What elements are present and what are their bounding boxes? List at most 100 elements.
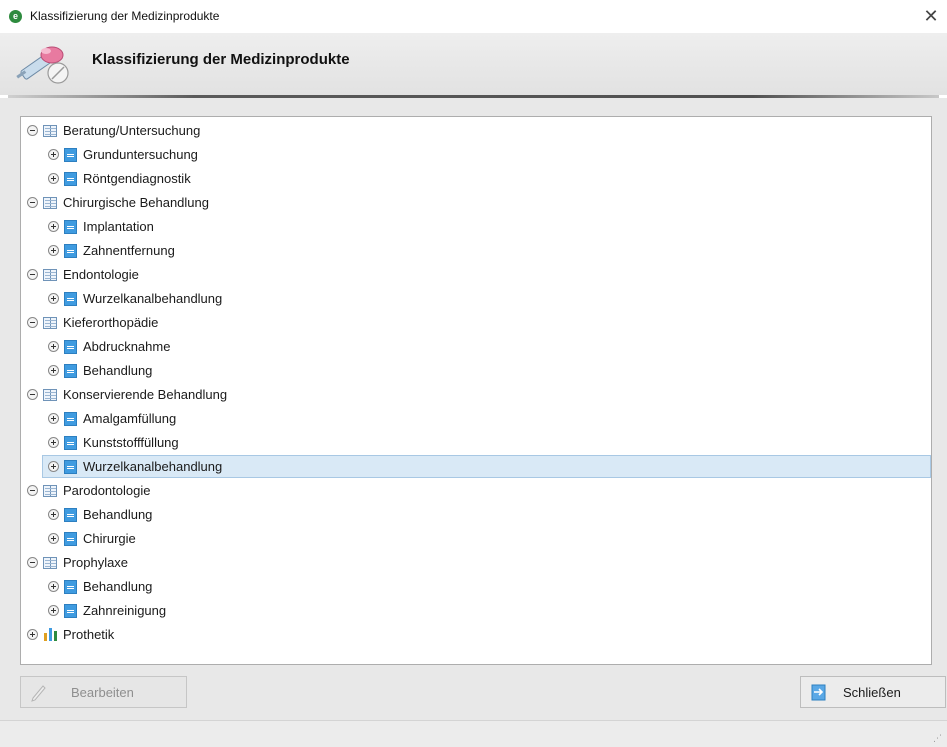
window-titlebar: e Klassifizierung der Medizinprodukte ✕ bbox=[0, 0, 947, 33]
window-title: Klassifizierung der Medizinprodukte bbox=[30, 9, 220, 23]
tree-item[interactable]: Wurzelkanalbehandlung bbox=[42, 455, 931, 478]
exit-arrow-icon bbox=[811, 684, 826, 701]
medical-supplies-icon bbox=[16, 46, 69, 84]
classification-tree[interactable]: Beratung/Untersuchung Grunduntersuchung Rö… bbox=[20, 116, 932, 665]
edit-button-label: Bearbeiten bbox=[71, 684, 134, 700]
tree-item[interactable]: Abdrucknahme bbox=[48, 335, 170, 358]
tree-item-label: Chirurgie bbox=[83, 531, 136, 546]
document-icon bbox=[64, 459, 77, 474]
document-icon bbox=[64, 507, 77, 522]
pencil-icon bbox=[31, 685, 46, 702]
tree-item-label: Behandlung bbox=[83, 507, 153, 522]
expand-icon[interactable] bbox=[48, 461, 59, 472]
book-icon bbox=[43, 556, 57, 569]
tree-item[interactable]: Wurzelkanalbehandlung bbox=[48, 287, 222, 310]
resize-grip-icon[interactable]: ⋰ bbox=[933, 733, 943, 743]
tree-item-label: Wurzelkanalbehandlung bbox=[83, 291, 223, 306]
tree-item[interactable]: Röntgendiagnostik bbox=[48, 167, 191, 190]
book-icon bbox=[43, 388, 57, 401]
document-icon bbox=[64, 363, 77, 378]
book-icon bbox=[43, 124, 57, 137]
document-icon bbox=[64, 579, 77, 594]
book-icon bbox=[43, 316, 57, 329]
app-icon: e bbox=[9, 10, 22, 23]
tree-item-label: Behandlung bbox=[83, 579, 153, 594]
close-button-label: Schließen bbox=[843, 684, 901, 700]
tree-category[interactable]: Prothetik bbox=[27, 623, 114, 646]
tree-item-label: Chirurgische Behandlung bbox=[63, 195, 209, 210]
tree-category[interactable]: Prophylaxe bbox=[27, 551, 128, 574]
tree-item[interactable]: Zahnentfernung bbox=[48, 239, 175, 262]
book-icon bbox=[43, 484, 57, 497]
collapse-icon[interactable] bbox=[27, 197, 38, 208]
expand-icon[interactable] bbox=[48, 437, 59, 448]
tree-item-label: Konservierende Behandlung bbox=[63, 387, 228, 402]
expand-icon[interactable] bbox=[48, 245, 59, 256]
bar-chart-icon bbox=[43, 628, 57, 641]
document-icon bbox=[64, 219, 77, 234]
document-icon bbox=[64, 531, 77, 546]
document-icon bbox=[64, 243, 77, 258]
document-icon bbox=[64, 411, 77, 426]
tree-item[interactable]: Behandlung bbox=[48, 575, 152, 598]
tree-category[interactable]: Beratung/Untersuchung bbox=[27, 119, 200, 142]
tree-item-label: Prothetik bbox=[63, 627, 115, 642]
document-icon bbox=[64, 171, 77, 186]
tree-category[interactable]: Kieferorthopädie bbox=[27, 311, 158, 334]
tree-item[interactable]: Chirurgie bbox=[48, 527, 136, 550]
close-window-button[interactable]: ✕ bbox=[915, 0, 947, 33]
tree-category[interactable]: Chirurgische Behandlung bbox=[27, 191, 209, 214]
tree-item[interactable]: Kunststofffüllung bbox=[48, 431, 179, 454]
expand-icon[interactable] bbox=[48, 605, 59, 616]
close-button[interactable]: Schließen bbox=[800, 676, 946, 708]
tree-item-label: Abdrucknahme bbox=[83, 339, 171, 354]
expand-icon[interactable] bbox=[48, 293, 59, 304]
expand-icon[interactable] bbox=[48, 509, 59, 520]
dialog-title: Klassifizierung der Medizinprodukte bbox=[92, 51, 350, 68]
expand-icon[interactable] bbox=[48, 581, 59, 592]
tree-item-label: Behandlung bbox=[83, 363, 153, 378]
collapse-icon[interactable] bbox=[27, 389, 38, 400]
expand-icon[interactable] bbox=[48, 221, 59, 232]
tree-item-label: Amalgamfüllung bbox=[83, 411, 177, 426]
expand-icon[interactable] bbox=[48, 173, 59, 184]
edit-button[interactable]: Bearbeiten bbox=[20, 676, 187, 708]
tree-item[interactable]: Amalgamfüllung bbox=[48, 407, 176, 430]
expand-icon[interactable] bbox=[48, 413, 59, 424]
expand-icon[interactable] bbox=[48, 365, 59, 376]
document-icon bbox=[64, 339, 77, 354]
tree-item-label: Grunduntersuchung bbox=[83, 147, 198, 162]
book-icon bbox=[43, 196, 57, 209]
document-icon bbox=[64, 435, 77, 450]
tree-item-label: Prophylaxe bbox=[63, 555, 129, 570]
status-bar: ⋰ bbox=[0, 720, 947, 747]
tree-item-label: Zahnreinigung bbox=[83, 603, 167, 618]
tree-item-label: Kieferorthopädie bbox=[63, 315, 159, 330]
tree-category[interactable]: Endontologie bbox=[27, 263, 139, 286]
collapse-icon[interactable] bbox=[27, 317, 38, 328]
expand-icon[interactable] bbox=[48, 341, 59, 352]
tree-category[interactable]: Parodontologie bbox=[27, 479, 150, 502]
document-icon bbox=[64, 291, 77, 306]
book-icon bbox=[43, 268, 57, 281]
tree-item-label: Zahnentfernung bbox=[83, 243, 175, 258]
tree-item[interactable]: Zahnreinigung bbox=[48, 599, 166, 622]
tree-item-label: Wurzelkanalbehandlung bbox=[83, 459, 223, 474]
tree-item-label: Parodontologie bbox=[63, 483, 151, 498]
tree-item[interactable]: Behandlung bbox=[48, 359, 152, 382]
document-icon bbox=[64, 147, 77, 162]
tree-item[interactable]: Implantation bbox=[48, 215, 154, 238]
tree-item[interactable]: Grunduntersuchung bbox=[48, 143, 198, 166]
tree-category[interactable]: Konservierende Behandlung bbox=[27, 383, 227, 406]
tree-item[interactable]: Behandlung bbox=[48, 503, 152, 526]
document-icon bbox=[64, 603, 77, 618]
tree-item-label: Röntgendiagnostik bbox=[83, 171, 191, 186]
collapse-icon[interactable] bbox=[27, 557, 38, 568]
expand-icon[interactable] bbox=[48, 533, 59, 544]
expand-icon[interactable] bbox=[27, 629, 38, 640]
expand-icon[interactable] bbox=[48, 149, 59, 160]
collapse-icon[interactable] bbox=[27, 485, 38, 496]
collapse-icon[interactable] bbox=[27, 269, 38, 280]
collapse-icon[interactable] bbox=[27, 125, 38, 136]
tree-item-label: Endontologie bbox=[63, 267, 139, 282]
